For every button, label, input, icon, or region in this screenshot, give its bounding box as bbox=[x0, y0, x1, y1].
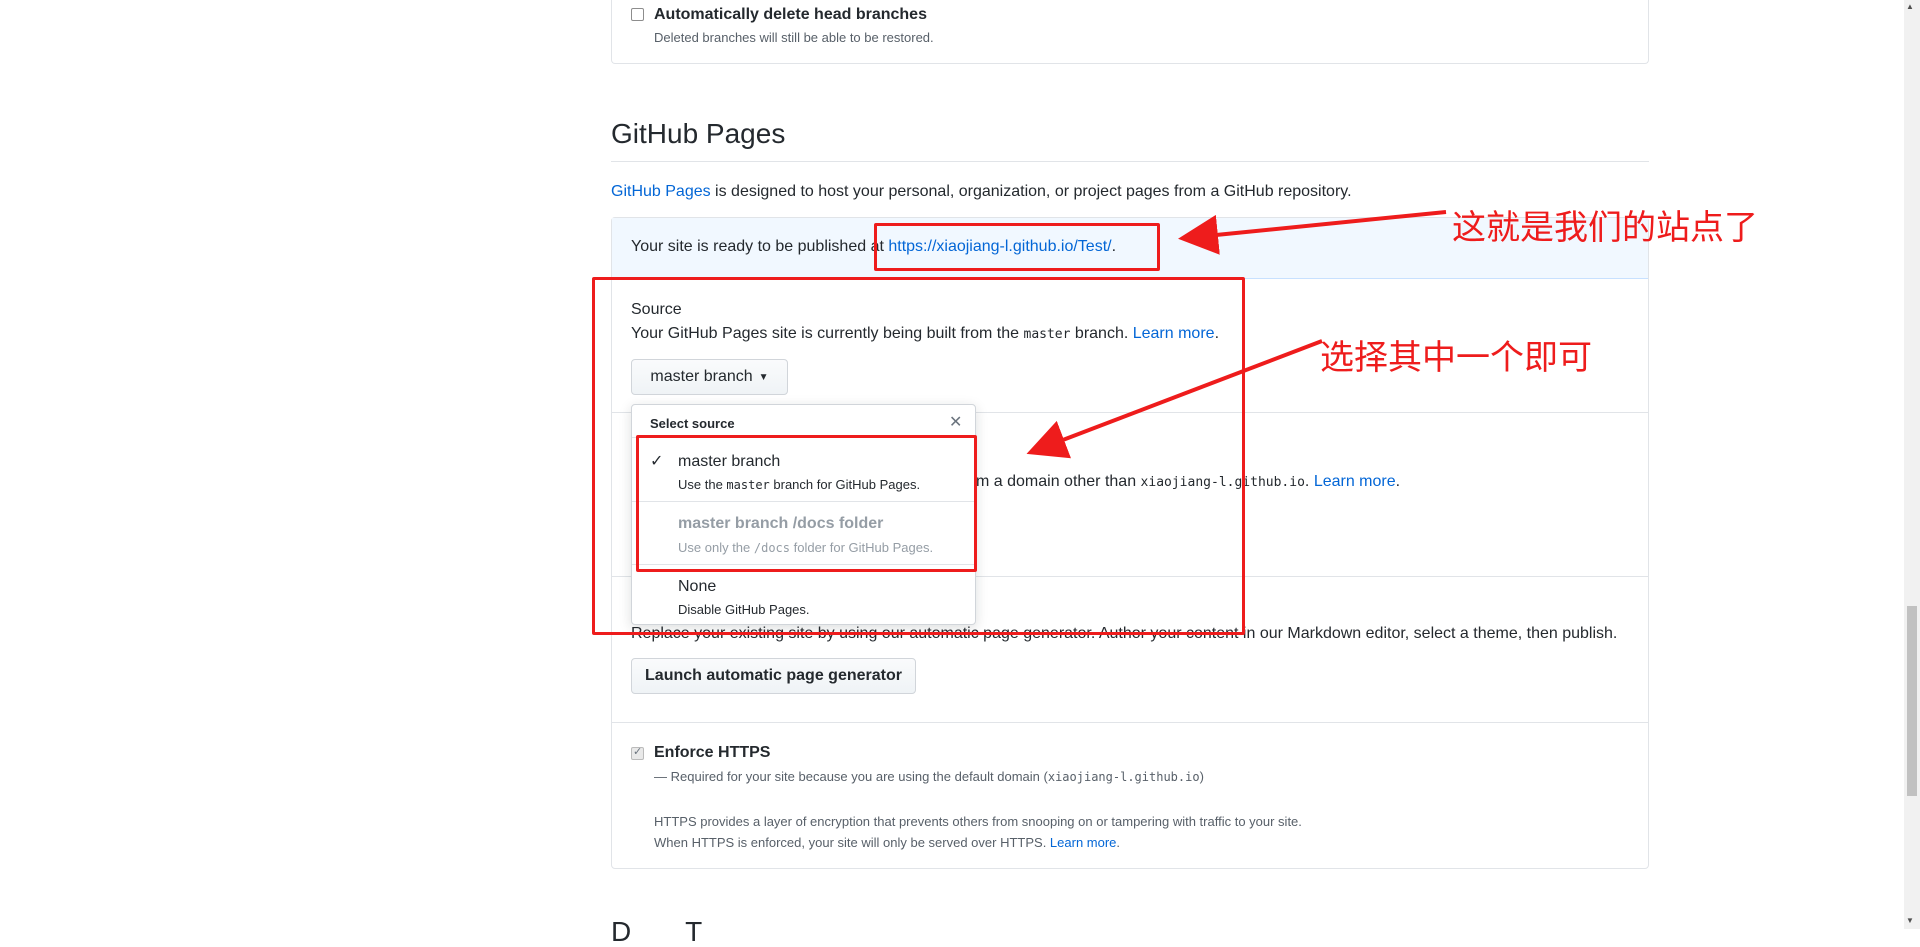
annotation-arrows bbox=[1026, 210, 1447, 459]
scroll-down-arrow-icon[interactable]: ▼ bbox=[1906, 916, 1914, 925]
arrow-to-url bbox=[1178, 210, 1447, 255]
annotation-site-note: 这就是我们的站点了 bbox=[1452, 208, 1758, 248]
annotation-choose-note: 选择其中一个即可 bbox=[1320, 338, 1592, 378]
scroll-up-arrow-icon[interactable]: ▲ bbox=[1906, 2, 1914, 11]
scrollbar-thumb[interactable] bbox=[1907, 606, 1917, 796]
arrow-to-options bbox=[1026, 339, 1323, 459]
